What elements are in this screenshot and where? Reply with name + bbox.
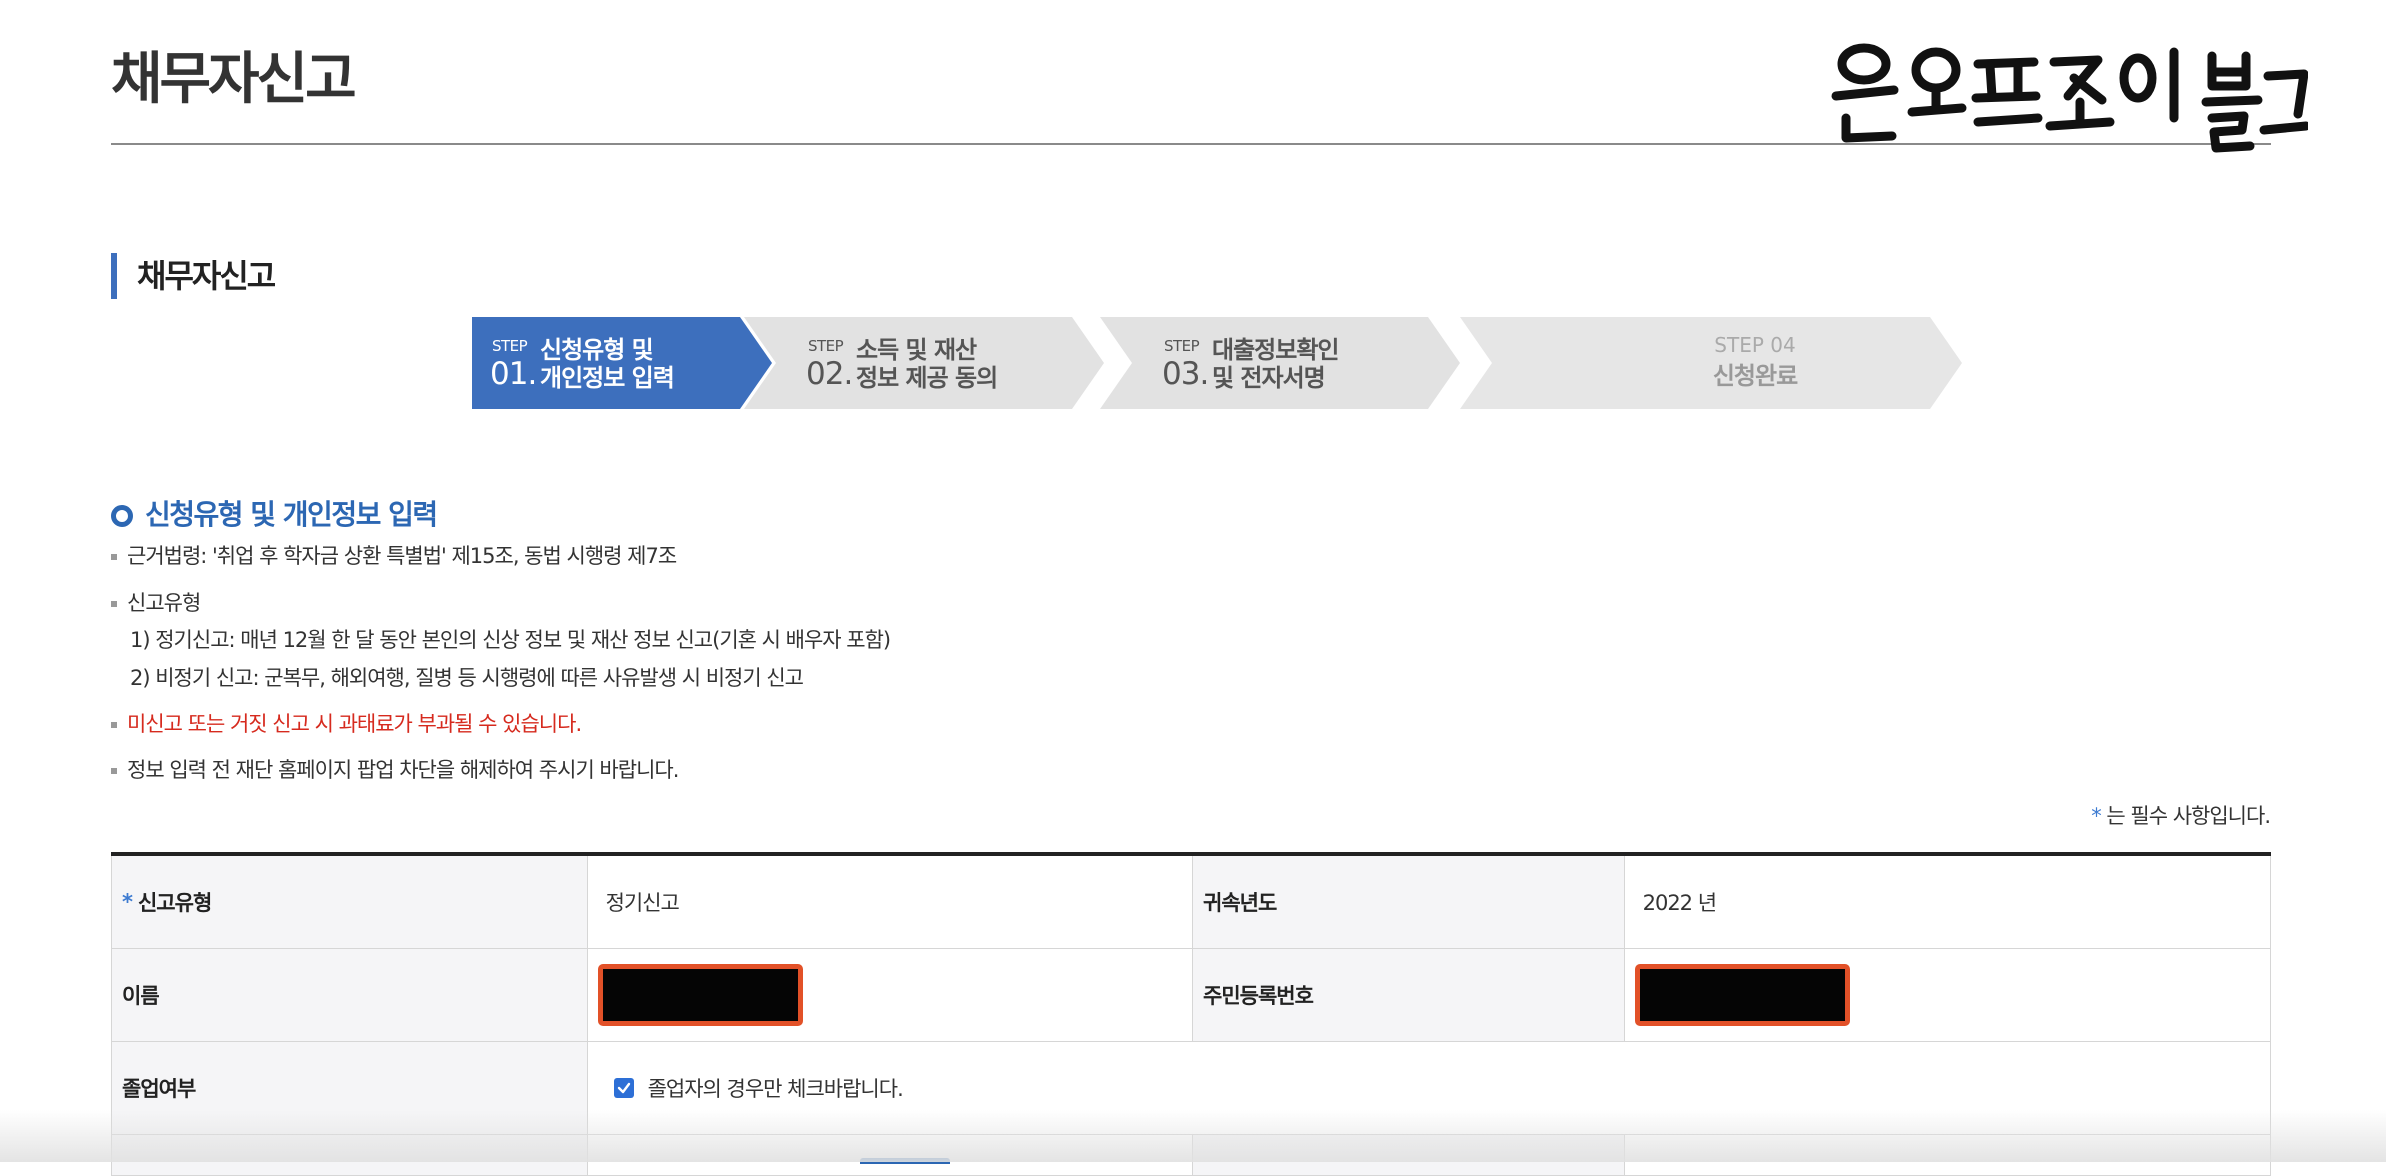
rrn-label: 주민등록번호	[1193, 949, 1625, 1041]
step-2-number: 02.	[806, 356, 853, 392]
name-value	[588, 949, 1193, 1041]
step-progress: STEP 01. 신청유형 및 개인정보 입력 STEP 02. 소득 및 재산…	[472, 317, 1962, 409]
note-warning: 미신고 또는 거짓 신고 시 과태료가 부과될 수 있습니다.	[111, 708, 582, 738]
rrn-value	[1625, 949, 2270, 1041]
note-law: 근거법령: '취업 후 학자금 상환 특별법' 제15조, 동법 시행령 제7조	[111, 540, 677, 570]
required-note-text: 는 필수 사항입니다.	[2100, 804, 2271, 828]
required-star: *	[2091, 804, 2101, 828]
required-note: * 는 필수 사항입니다.	[2091, 800, 2271, 830]
step-3-line1: 대출정보확인	[1212, 336, 1339, 364]
check-icon	[617, 1082, 630, 1094]
next-row-label	[112, 1135, 588, 1175]
step-1-small: STEP	[492, 337, 528, 355]
page-title: 채무자신고	[111, 47, 357, 112]
form-row-report-type: * 신고유형 정기신고 귀속년도 2022 년	[111, 856, 2271, 949]
required-star: *	[122, 890, 133, 914]
report-type-value: 정기신고	[588, 856, 1193, 948]
graduation-checkbox[interactable]	[613, 1078, 634, 1098]
step-3-small: STEP	[1164, 337, 1200, 355]
note-type-irregular: 2) 비정기 신고: 군복무, 해외여행, 질병 등 시행령에 따른 사유발생 …	[130, 666, 804, 690]
step-2-line2: 정보 제공 동의	[856, 364, 998, 392]
note-popup: 정보 입력 전 재단 홈페이지 팝업 차단을 해제하여 주시기 바랍니다.	[111, 754, 679, 784]
subsection-title-text: 신청유형 및 개인정보 입력	[145, 498, 438, 531]
step-1-line1: 신청유형 및	[540, 336, 654, 364]
name-label: 이름	[112, 949, 588, 1041]
step-3-number: 03.	[1162, 356, 1209, 392]
note-type-text: 신고유형	[127, 591, 201, 615]
note-warning-text: 미신고 또는 거짓 신고 시 과태료가 부과될 수 있습니다.	[127, 712, 582, 736]
step-2-small: STEP	[808, 337, 844, 355]
form-row-graduation: 졸업여부 졸업자의 경우만 체크바랍니다.	[111, 1042, 2271, 1135]
step-3-line2: 및 전자서명	[1212, 364, 1326, 392]
step-2-line1: 소득 및 재산	[856, 336, 977, 364]
ring-bullet-icon	[111, 505, 133, 527]
note-popup-text: 정보 입력 전 재단 홈페이지 팝업 차단을 해제하여 주시기 바랍니다.	[127, 758, 679, 782]
square-bullet-icon	[111, 722, 117, 728]
step-4-small: STEP 04	[1714, 333, 1796, 357]
step-4-title: 신청완료	[1712, 362, 1798, 390]
graduation-checkbox-label[interactable]: 졸업자의 경우만 체크바랍니다.	[648, 1073, 904, 1103]
step-1-line2: 개인정보 입력	[540, 364, 675, 392]
section-title: 채무자신고	[111, 253, 276, 299]
subsection-title: 신청유형 및 개인정보 입력	[111, 493, 438, 533]
redacted-name-box	[597, 964, 803, 1026]
next-row-value-2	[1625, 1135, 2270, 1175]
form-row-next-partial	[111, 1135, 2271, 1176]
graduation-value: 졸업자의 경우만 체크바랍니다.	[588, 1042, 2270, 1134]
report-type-label-text: 신고유형	[137, 891, 212, 915]
note-law-text: 근거법령: '취업 후 학자금 상환 특별법' 제15조, 동법 시행령 제7조	[127, 544, 677, 568]
redacted-rrn-box	[1634, 964, 1850, 1026]
next-row-value	[588, 1135, 1193, 1175]
debtor-form-table: * 신고유형 정기신고 귀속년도 2022 년 이름 주민등록번호 졸업여부 졸…	[111, 852, 2271, 1176]
report-type-label: * 신고유형	[112, 856, 588, 948]
square-bullet-icon	[111, 768, 117, 774]
year-value: 2022 년	[1642, 891, 1717, 915]
partial-button[interactable]	[860, 1158, 950, 1164]
year-label: 귀속년도	[1193, 856, 1625, 948]
next-row-label-2	[1193, 1135, 1625, 1175]
form-row-identity: 이름 주민등록번호	[111, 949, 2271, 1042]
note-type: 신고유형	[111, 587, 201, 617]
graduation-label: 졸업여부	[112, 1042, 588, 1134]
step-1-number: 01.	[490, 356, 537, 392]
watermark-logo	[1828, 26, 2311, 170]
square-bullet-icon	[111, 601, 117, 607]
note-type-regular: 1) 정기신고: 매년 12월 한 달 동안 본인의 신상 정보 및 재산 정보…	[130, 628, 891, 652]
square-bullet-icon	[111, 554, 117, 560]
